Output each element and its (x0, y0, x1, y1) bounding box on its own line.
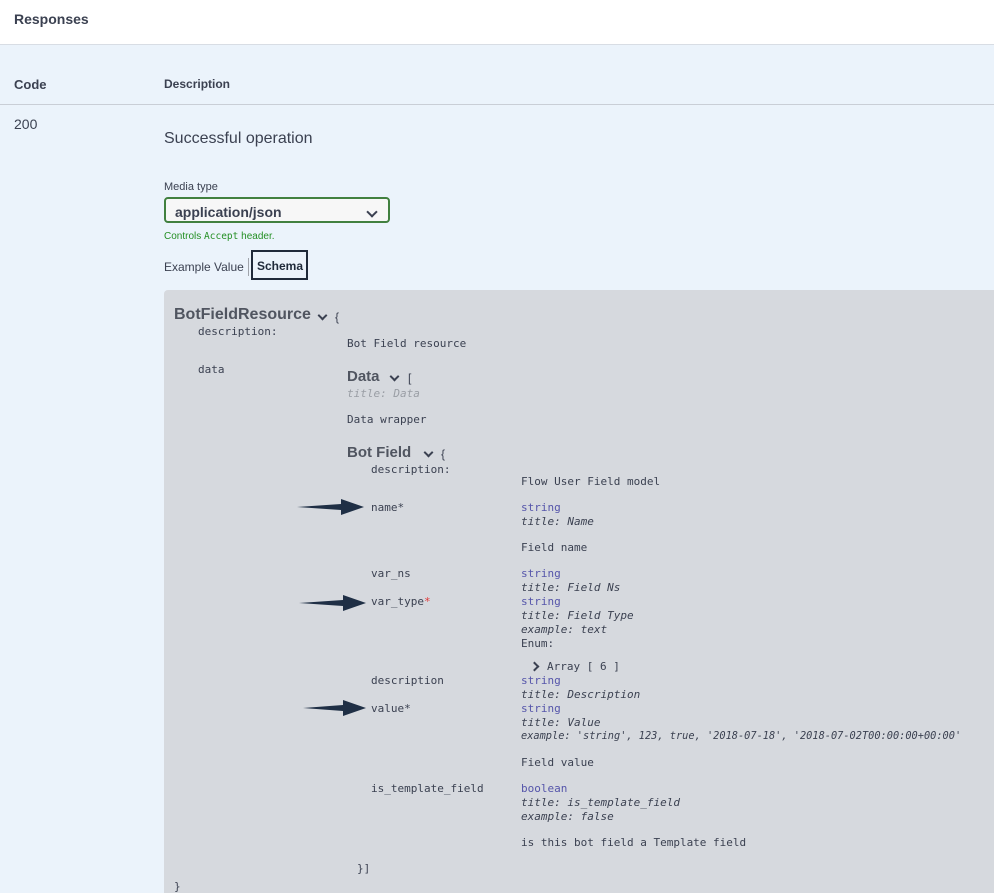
arrow-right-icon (299, 595, 366, 611)
root-description-value: Bot Field resource (347, 337, 467, 350)
field-varns-title: title: Field Ns (521, 581, 621, 594)
root-description-key: description: (198, 325, 278, 338)
response-description: Successful operation (164, 130, 313, 147)
media-type-value: application/json (175, 204, 282, 220)
media-type-select[interactable]: application/json (164, 197, 390, 223)
field-vartype-title: title: Field Type (521, 609, 634, 622)
field-istemplate-type: boolean (521, 782, 568, 795)
data-title: title: Data (347, 387, 420, 400)
field-vartype-key: var_type* (371, 595, 431, 608)
root-open-brace: { (335, 310, 340, 324)
botfield-description-key: description: (371, 463, 451, 476)
field-varns-key: var_ns (371, 567, 411, 580)
botfield-open-brace: { (441, 447, 446, 461)
field-value-key: value* (371, 702, 411, 715)
field-name-title: title: Name (521, 515, 594, 528)
arrow-right-icon (303, 700, 366, 716)
chevron-down-icon[interactable] (423, 447, 434, 458)
arrow-right-icon (297, 499, 364, 515)
field-vartype-enum-array[interactable]: Array [ 6 ] (547, 660, 620, 673)
responses-header: Responses (0, 0, 994, 45)
field-description-type: string (521, 674, 561, 687)
responses-title: Responses (14, 11, 89, 27)
field-istemplate-key: is_template_field (371, 782, 484, 795)
field-value-type: string (521, 702, 561, 715)
field-vartype-type: string (521, 595, 561, 608)
field-description-title: title: Description (521, 688, 641, 701)
field-value-example: example: 'string', 123, true, '2018-07-1… (521, 730, 962, 742)
data-description: Data wrapper (347, 413, 427, 426)
table-divider (0, 104, 994, 105)
media-type-label: Media type (164, 181, 218, 193)
chevron-down-icon[interactable] (389, 371, 400, 382)
field-istemplate-example: example: false (521, 810, 614, 823)
controls-suffix: header. (241, 231, 275, 242)
field-vartype-enum-label: Enum: (521, 637, 555, 650)
code-column-header: Code (14, 77, 47, 92)
description-column-header: Description (164, 77, 231, 91)
field-name-key: name* (371, 501, 405, 514)
field-varns-type: string (521, 567, 561, 580)
field-name-type: string (521, 501, 561, 514)
field-istemplate-title: title: is_template_field (521, 796, 680, 809)
chevron-down-icon[interactable] (317, 310, 328, 321)
controls-prefix: Controls (164, 231, 202, 242)
field-istemplate-description: is this bot field a Template field (521, 836, 747, 849)
chevron-down-icon (366, 206, 378, 218)
data-model-name[interactable]: Data (347, 368, 380, 385)
root-close-brace: } (174, 880, 181, 893)
data-key: data (198, 363, 225, 376)
response-code: 200 (14, 116, 38, 132)
field-name-description: Field name (521, 541, 588, 554)
botfield-model-name[interactable]: Bot Field (347, 444, 411, 461)
field-value-title: title: Value (521, 716, 601, 729)
field-value-description: Field value (521, 756, 594, 769)
tab-schema[interactable]: Schema (251, 250, 308, 280)
tab-example-value[interactable]: Example Value (164, 260, 244, 274)
controls-accept-note: Controls Accept header. (164, 231, 275, 242)
root-model-name[interactable]: BotFieldResource (174, 306, 311, 324)
botfield-description-value: Flow User Field model (521, 475, 661, 488)
schema-panel: BotFieldResource { description: Bot Fiel… (164, 290, 994, 893)
botfield-close-brace: }] (357, 862, 371, 875)
field-description-key: description (371, 674, 444, 687)
tab-separator (248, 258, 249, 276)
chevron-right-icon[interactable] (529, 661, 540, 672)
tab-schema-label: Schema (257, 259, 304, 273)
field-vartype-example: example: text (521, 623, 608, 636)
controls-accept: Accept (204, 231, 239, 242)
data-open-bracket: [ (408, 371, 412, 385)
